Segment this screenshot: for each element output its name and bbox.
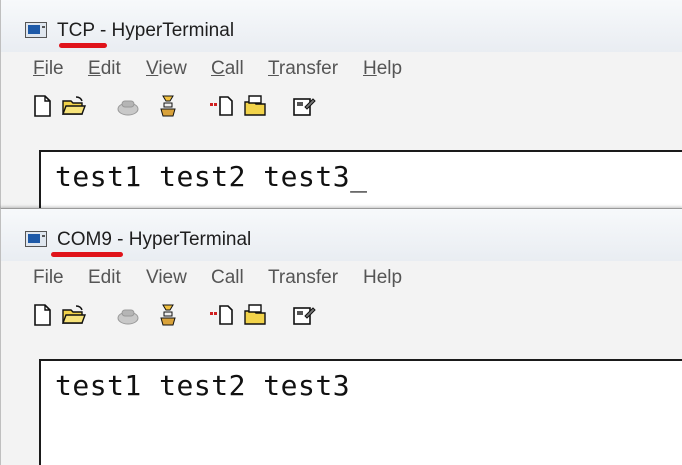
- terminal-area: test1 test2 test3: [1, 335, 682, 465]
- com9-hyperterminal-window: COM9 - HyperTerminal File Edit View Call…: [0, 208, 682, 465]
- receive-file-icon[interactable]: [243, 302, 269, 328]
- properties-icon[interactable]: [291, 93, 317, 119]
- menu-help-accel: H: [363, 58, 377, 79]
- toolbar: [1, 295, 682, 336]
- open-folder-icon[interactable]: [61, 93, 87, 119]
- menu-transfer-accel: T: [268, 58, 279, 79]
- menu-file[interactable]: File: [33, 58, 64, 80]
- menu-help[interactable]: Help: [363, 58, 402, 80]
- phone-icon[interactable]: [115, 302, 141, 328]
- terminal-output: test1 test2 test3: [55, 369, 351, 402]
- menu-bar: File Edit View Call Transfer Help: [1, 52, 682, 86]
- disconnect-icon[interactable]: [155, 302, 181, 328]
- menu-call-rest: all: [224, 58, 244, 79]
- title-connection-name: TCP: [57, 20, 95, 41]
- menu-transfer[interactable]: Transfer: [268, 267, 338, 289]
- terminal-area: test1 test2 test3_: [1, 126, 682, 215]
- terminal-screen[interactable]: test1 test2 test3_: [39, 150, 682, 215]
- title-bar[interactable]: COM9 - HyperTerminal: [1, 209, 682, 261]
- terminal-output: test1 test2 test3_: [55, 160, 368, 193]
- title-bar[interactable]: TCP - HyperTerminal: [1, 0, 682, 52]
- window-title: TCP - HyperTerminal: [57, 20, 234, 42]
- menu-call[interactable]: Call: [211, 267, 244, 289]
- menu-bar: File Edit View Call Transfer Help: [1, 261, 682, 295]
- menu-transfer-rest: ransfer: [278, 58, 339, 79]
- menu-file[interactable]: File: [33, 267, 64, 289]
- send-file-icon[interactable]: [209, 93, 235, 119]
- menu-help-rest: elp: [376, 58, 403, 79]
- toolbar: [1, 86, 682, 127]
- receive-file-icon[interactable]: [243, 93, 269, 119]
- red-underline-annotation: [51, 252, 123, 257]
- window-title: COM9 - HyperTerminal: [57, 229, 251, 251]
- phone-icon[interactable]: [115, 93, 141, 119]
- menu-help[interactable]: Help: [363, 267, 402, 289]
- menu-transfer[interactable]: Transfer: [268, 58, 338, 80]
- open-folder-icon[interactable]: [61, 302, 87, 328]
- send-file-icon[interactable]: [209, 302, 235, 328]
- terminal-screen[interactable]: test1 test2 test3: [39, 359, 682, 465]
- new-file-icon[interactable]: [29, 93, 55, 119]
- menu-edit-rest: dit: [100, 58, 121, 79]
- title-app-name: - HyperTerminal: [111, 229, 252, 250]
- menu-view-accel: V: [146, 58, 159, 79]
- menu-view[interactable]: View: [146, 58, 187, 80]
- properties-icon[interactable]: [291, 302, 317, 328]
- new-file-icon[interactable]: [29, 302, 55, 328]
- menu-edit-accel: E: [88, 58, 101, 79]
- menu-view-rest: iew: [158, 58, 187, 79]
- disconnect-icon[interactable]: [155, 93, 181, 119]
- menu-edit[interactable]: Edit: [88, 267, 121, 289]
- menu-call-accel: C: [211, 58, 225, 79]
- menu-view[interactable]: View: [146, 267, 187, 289]
- red-underline-annotation: [59, 43, 107, 48]
- menu-call[interactable]: Call: [211, 58, 244, 80]
- menu-file-rest: ile: [44, 58, 64, 79]
- hyperterminal-app-icon: [25, 22, 47, 38]
- menu-file-accel: F: [33, 58, 45, 79]
- title-connection-name: COM9: [57, 229, 112, 250]
- menu-edit[interactable]: Edit: [88, 58, 121, 80]
- tcp-hyperterminal-window: TCP - HyperTerminal File Edit View Call …: [0, 0, 682, 215]
- hyperterminal-app-icon: [25, 231, 47, 247]
- title-app-name: - HyperTerminal: [94, 20, 235, 41]
